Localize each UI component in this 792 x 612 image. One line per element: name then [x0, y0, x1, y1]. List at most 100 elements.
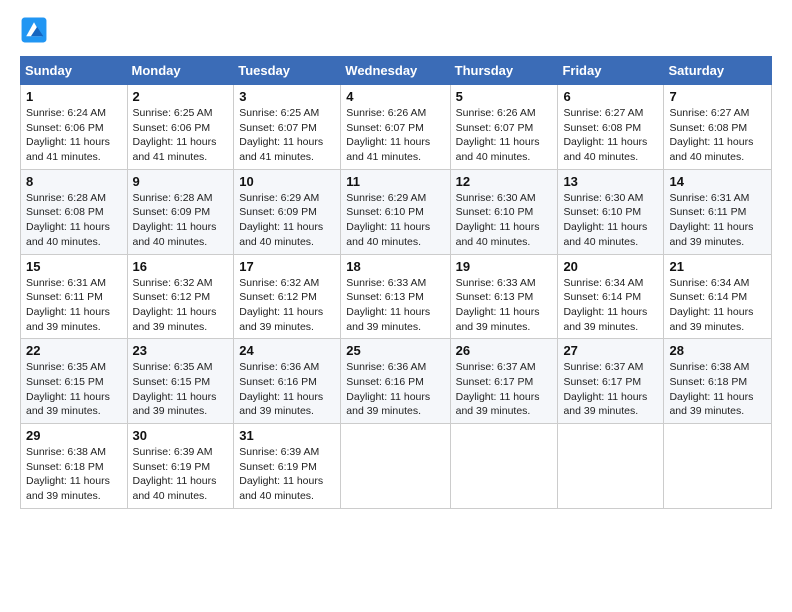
day-number: 24 [239, 343, 335, 358]
calendar-cell: 9 Sunrise: 6:28 AMSunset: 6:09 PMDaylight… [127, 169, 234, 254]
calendar-cell: 18 Sunrise: 6:33 AMSunset: 6:13 PMDayligh… [341, 254, 450, 339]
day-info: Sunrise: 6:39 AMSunset: 6:19 PMDaylight:… [133, 445, 229, 504]
day-number: 9 [133, 174, 229, 189]
day-info: Sunrise: 6:35 AMSunset: 6:15 PMDaylight:… [133, 360, 229, 419]
weekday-header-thursday: Thursday [450, 57, 558, 85]
day-info: Sunrise: 6:25 AMSunset: 6:07 PMDaylight:… [239, 106, 335, 165]
day-number: 1 [26, 89, 122, 104]
day-number: 15 [26, 259, 122, 274]
day-number: 6 [563, 89, 658, 104]
week-row-5: 29 Sunrise: 6:38 AMSunset: 6:18 PMDayligh… [21, 424, 772, 509]
day-number: 31 [239, 428, 335, 443]
day-number: 21 [669, 259, 766, 274]
calendar-cell: 31Sunrise: 6:39 AMSunset: 6:19 PMDayligh… [234, 424, 341, 509]
day-info: Sunrise: 6:32 AMSunset: 6:12 PMDaylight:… [133, 276, 229, 335]
day-number: 30 [133, 428, 229, 443]
day-info: Sunrise: 6:32 AMSunset: 6:12 PMDaylight:… [239, 276, 335, 335]
calendar-cell: 21Sunrise: 6:34 AMSunset: 6:14 PMDayligh… [664, 254, 772, 339]
day-number: 11 [346, 174, 444, 189]
day-info: Sunrise: 6:29 AMSunset: 6:09 PMDaylight:… [239, 191, 335, 250]
day-number: 10 [239, 174, 335, 189]
day-info: Sunrise: 6:28 AMSunset: 6:09 PMDaylight:… [133, 191, 229, 250]
day-info: Sunrise: 6:33 AMSunset: 6:13 PMDaylight:… [456, 276, 553, 335]
day-info: Sunrise: 6:31 AMSunset: 6:11 PMDaylight:… [26, 276, 122, 335]
weekday-header-monday: Monday [127, 57, 234, 85]
day-info: Sunrise: 6:27 AMSunset: 6:08 PMDaylight:… [563, 106, 658, 165]
header [20, 16, 772, 44]
calendar-cell: 20 Sunrise: 6:34 AMSunset: 6:14 PMDayligh… [558, 254, 664, 339]
calendar-cell [664, 424, 772, 509]
day-info: Sunrise: 6:36 AMSunset: 6:16 PMDaylight:… [346, 360, 444, 419]
calendar-body: 1Sunrise: 6:24 AMSunset: 6:06 PMDaylight… [21, 85, 772, 509]
calendar-cell: 10 Sunrise: 6:29 AMSunset: 6:09 PMDayligh… [234, 169, 341, 254]
day-number: 14 [669, 174, 766, 189]
weekday-header-wednesday: Wednesday [341, 57, 450, 85]
day-info: Sunrise: 6:35 AMSunset: 6:15 PMDaylight:… [26, 360, 122, 419]
calendar-cell: 14 Sunrise: 6:31 AMSunset: 6:11 PMDayligh… [664, 169, 772, 254]
day-info: Sunrise: 6:31 AMSunset: 6:11 PMDaylight:… [669, 191, 766, 250]
calendar-cell: 22 Sunrise: 6:35 AMSunset: 6:15 PMDayligh… [21, 339, 128, 424]
day-info: Sunrise: 6:38 AMSunset: 6:18 PMDaylight:… [26, 445, 122, 504]
day-info: Sunrise: 6:30 AMSunset: 6:10 PMDaylight:… [563, 191, 658, 250]
calendar-cell: 25 Sunrise: 6:36 AMSunset: 6:16 PMDayligh… [341, 339, 450, 424]
calendar-cell: 28Sunrise: 6:38 AMSunset: 6:18 PMDayligh… [664, 339, 772, 424]
day-number: 13 [563, 174, 658, 189]
weekday-header-friday: Friday [558, 57, 664, 85]
calendar-cell: 26 Sunrise: 6:37 AMSunset: 6:17 PMDayligh… [450, 339, 558, 424]
day-number: 23 [133, 343, 229, 358]
day-number: 22 [26, 343, 122, 358]
calendar-cell: 30 Sunrise: 6:39 AMSunset: 6:19 PMDayligh… [127, 424, 234, 509]
day-info: Sunrise: 6:33 AMSunset: 6:13 PMDaylight:… [346, 276, 444, 335]
calendar-cell: 12 Sunrise: 6:30 AMSunset: 6:10 PMDayligh… [450, 169, 558, 254]
day-number: 17 [239, 259, 335, 274]
calendar-cell: 11 Sunrise: 6:29 AMSunset: 6:10 PMDayligh… [341, 169, 450, 254]
day-number: 8 [26, 174, 122, 189]
calendar-cell: 17 Sunrise: 6:32 AMSunset: 6:12 PMDayligh… [234, 254, 341, 339]
day-number: 4 [346, 89, 444, 104]
day-info: Sunrise: 6:30 AMSunset: 6:10 PMDaylight:… [456, 191, 553, 250]
day-number: 7 [669, 89, 766, 104]
calendar-cell: 7 Sunrise: 6:27 AMSunset: 6:08 PMDaylight… [664, 85, 772, 170]
day-number: 29 [26, 428, 122, 443]
day-number: 25 [346, 343, 444, 358]
day-number: 20 [563, 259, 658, 274]
calendar-cell: 5Sunrise: 6:26 AMSunset: 6:07 PMDaylight… [450, 85, 558, 170]
calendar-cell: 8 Sunrise: 6:28 AMSunset: 6:08 PMDaylight… [21, 169, 128, 254]
page: SundayMondayTuesdayWednesdayThursdayFrid… [0, 0, 792, 612]
day-number: 18 [346, 259, 444, 274]
day-number: 2 [133, 89, 229, 104]
day-info: Sunrise: 6:25 AMSunset: 6:06 PMDaylight:… [133, 106, 229, 165]
day-info: Sunrise: 6:37 AMSunset: 6:17 PMDaylight:… [563, 360, 658, 419]
day-number: 19 [456, 259, 553, 274]
week-row-4: 22 Sunrise: 6:35 AMSunset: 6:15 PMDayligh… [21, 339, 772, 424]
day-number: 12 [456, 174, 553, 189]
calendar-cell: 16 Sunrise: 6:32 AMSunset: 6:12 PMDayligh… [127, 254, 234, 339]
calendar-cell: 6 Sunrise: 6:27 AMSunset: 6:08 PMDaylight… [558, 85, 664, 170]
day-info: Sunrise: 6:27 AMSunset: 6:08 PMDaylight:… [669, 106, 766, 165]
calendar-cell: 3Sunrise: 6:25 AMSunset: 6:07 PMDaylight… [234, 85, 341, 170]
day-info: Sunrise: 6:29 AMSunset: 6:10 PMDaylight:… [346, 191, 444, 250]
day-info: Sunrise: 6:26 AMSunset: 6:07 PMDaylight:… [456, 106, 553, 165]
weekday-header-row: SundayMondayTuesdayWednesdayThursdayFrid… [21, 57, 772, 85]
calendar-table: SundayMondayTuesdayWednesdayThursdayFrid… [20, 56, 772, 509]
calendar-cell: 23 Sunrise: 6:35 AMSunset: 6:15 PMDayligh… [127, 339, 234, 424]
weekday-header-tuesday: Tuesday [234, 57, 341, 85]
day-info: Sunrise: 6:37 AMSunset: 6:17 PMDaylight:… [456, 360, 553, 419]
logo-icon [20, 16, 48, 44]
week-row-2: 8 Sunrise: 6:28 AMSunset: 6:08 PMDaylight… [21, 169, 772, 254]
calendar-cell: 1Sunrise: 6:24 AMSunset: 6:06 PMDaylight… [21, 85, 128, 170]
weekday-header-saturday: Saturday [664, 57, 772, 85]
week-row-1: 1Sunrise: 6:24 AMSunset: 6:06 PMDaylight… [21, 85, 772, 170]
calendar-cell [450, 424, 558, 509]
day-info: Sunrise: 6:34 AMSunset: 6:14 PMDaylight:… [563, 276, 658, 335]
day-number: 26 [456, 343, 553, 358]
weekday-header-sunday: Sunday [21, 57, 128, 85]
calendar-cell: 27Sunrise: 6:37 AMSunset: 6:17 PMDayligh… [558, 339, 664, 424]
day-number: 28 [669, 343, 766, 358]
logo [20, 16, 52, 44]
calendar-cell: 29 Sunrise: 6:38 AMSunset: 6:18 PMDayligh… [21, 424, 128, 509]
day-info: Sunrise: 6:36 AMSunset: 6:16 PMDaylight:… [239, 360, 335, 419]
calendar-cell: 13 Sunrise: 6:30 AMSunset: 6:10 PMDayligh… [558, 169, 664, 254]
day-info: Sunrise: 6:28 AMSunset: 6:08 PMDaylight:… [26, 191, 122, 250]
day-number: 16 [133, 259, 229, 274]
